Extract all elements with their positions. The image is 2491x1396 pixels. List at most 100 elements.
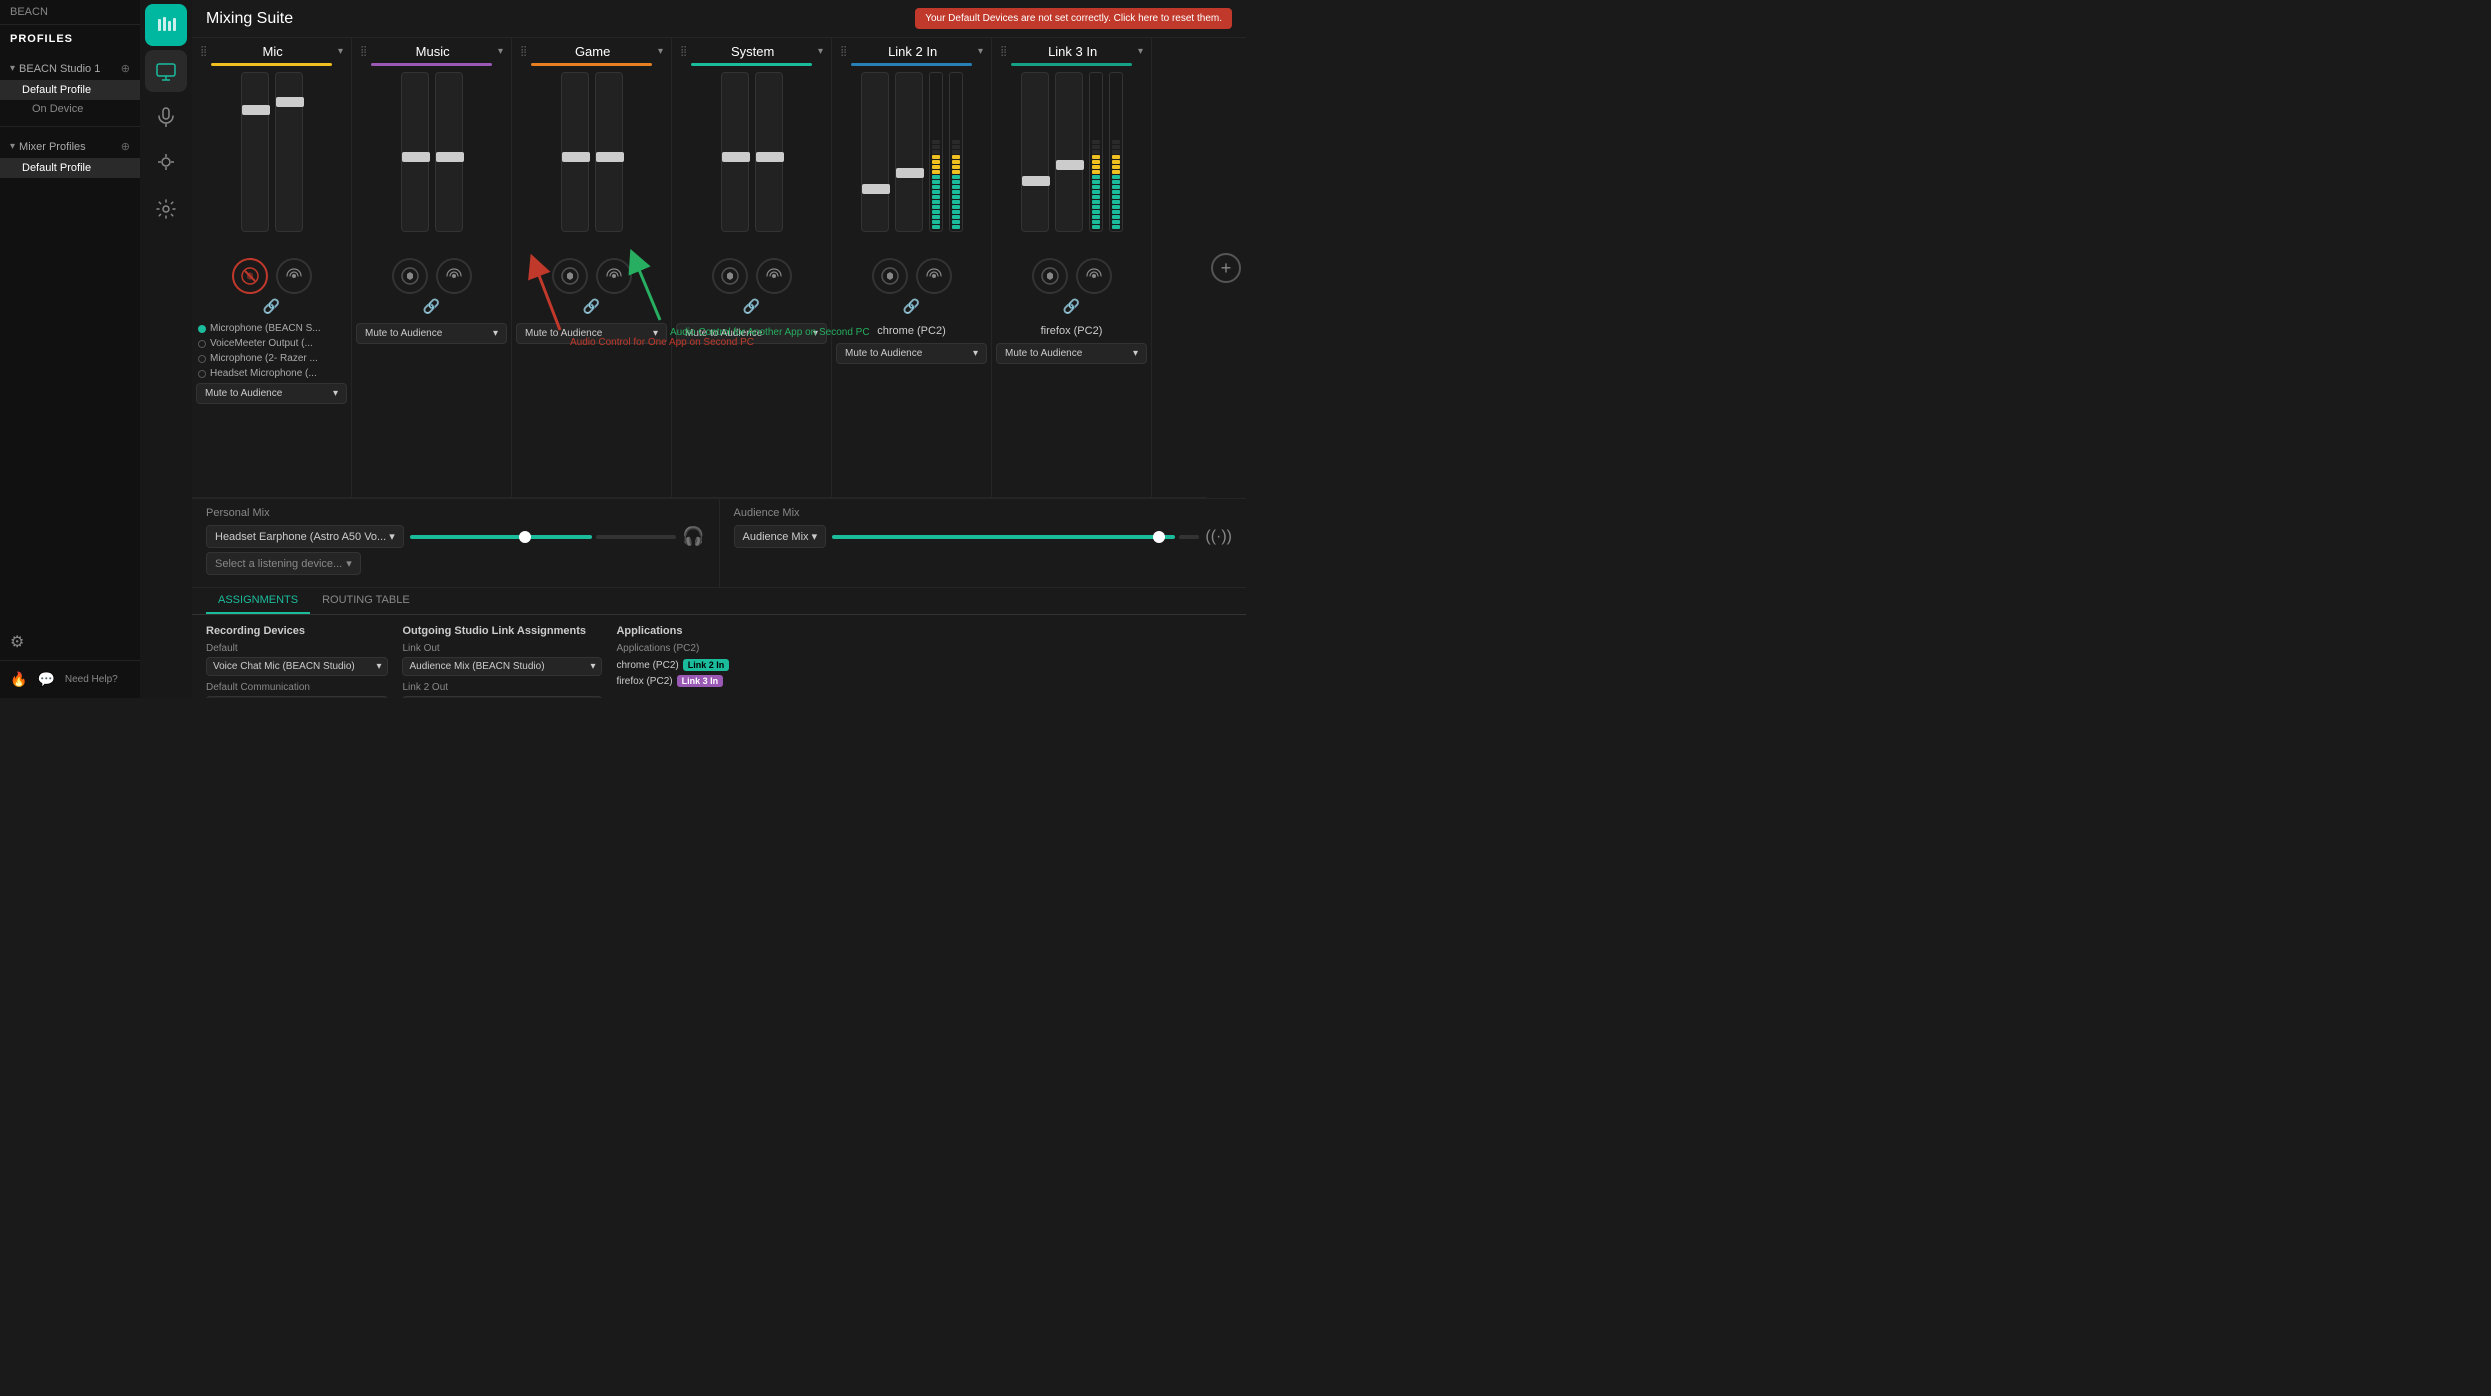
level-bar: [1092, 155, 1100, 159]
fader2-handle[interactable]: [276, 97, 304, 107]
fader1-wrapper: [721, 72, 749, 252]
broadcast-icon[interactable]: ((·)): [1205, 528, 1232, 546]
add-mixer-icon[interactable]: ⊕: [121, 140, 130, 153]
fader2-handle[interactable]: [596, 152, 624, 162]
channel-dropdown-icon[interactable]: ▾: [498, 46, 503, 57]
fader1-track[interactable]: [561, 72, 589, 232]
fader2-handle[interactable]: [436, 152, 464, 162]
mute-dropdown[interactable]: Mute to Audience ▾: [676, 323, 827, 344]
listening-device-select[interactable]: Select a listening device... ▾: [206, 552, 361, 575]
fader2-track[interactable]: [755, 72, 783, 232]
help-icon[interactable]: 🔥: [10, 671, 27, 688]
broadcast-icon-btn[interactable]: [596, 258, 632, 294]
fader2-handle[interactable]: [756, 152, 784, 162]
settings-icon-btn[interactable]: [145, 188, 187, 230]
mute-icon-btn[interactable]: [1032, 258, 1068, 294]
lighting-icon[interactable]: [145, 142, 187, 184]
source-item[interactable]: Microphone (BEACN S...: [196, 321, 347, 336]
link-icon[interactable]: 🔗: [1063, 298, 1080, 315]
mute-icon-btn[interactable]: [552, 258, 588, 294]
mute-dropdown[interactable]: Mute to Audience ▾: [836, 343, 987, 364]
mic-icon-btn[interactable]: [145, 96, 187, 138]
personal-mix-slider-handle[interactable]: [519, 531, 531, 543]
audience-slider-handle[interactable]: [1153, 531, 1165, 543]
audience-device-select[interactable]: Audience Mix ▾: [734, 525, 827, 548]
fader1-track[interactable]: [401, 72, 429, 232]
fader2-track[interactable]: [1055, 72, 1083, 232]
level-bar: [1092, 200, 1100, 204]
mute-dropdown[interactable]: Mute to Audience ▾: [196, 383, 347, 404]
broadcast-icon-btn[interactable]: [756, 258, 792, 294]
source-item[interactable]: Microphone (2- Razer ...: [196, 351, 347, 366]
fader1-track[interactable]: [861, 72, 889, 232]
channel-name: Link 2 In: [847, 44, 978, 59]
faders-row: [241, 72, 303, 252]
channel-dropdown-icon[interactable]: ▾: [1138, 46, 1143, 57]
fader2-track[interactable]: [275, 72, 303, 232]
channel-dropdown-icon[interactable]: ▾: [818, 46, 823, 57]
add-channel-button[interactable]: +: [1211, 253, 1241, 283]
personal-device-select[interactable]: Headset Earphone (Astro A50 Vo... ▾: [206, 525, 404, 548]
source-item[interactable]: VoiceMeeter Output (...: [196, 336, 347, 351]
sidebar-settings-btn[interactable]: ⚙: [0, 624, 140, 660]
mute-icon-btn[interactable]: [392, 258, 428, 294]
level-bar: [1112, 190, 1120, 194]
link-icon[interactable]: 🔗: [583, 298, 600, 315]
mute-dropdown[interactable]: Mute to Audience ▾: [516, 323, 667, 344]
default-profile-item[interactable]: Default Profile: [0, 80, 140, 100]
link-icon[interactable]: 🔗: [743, 298, 760, 315]
channel-dropdown-icon[interactable]: ▾: [338, 46, 343, 57]
mixer-default-item[interactable]: Default Profile: [0, 158, 140, 178]
recording-comm-select[interactable]: Voice Chat Mic (BEACN Studio)▾: [206, 696, 388, 698]
tab-assignments[interactable]: ASSIGNMENTS: [206, 588, 310, 614]
mixing-suite-icon[interactable]: [145, 4, 187, 46]
recording-default-select[interactable]: Voice Chat Mic (BEACN Studio)▾: [206, 657, 388, 676]
mute-label: Mute to Audience: [1005, 348, 1082, 359]
mute-dropdown[interactable]: Mute to Audience ▾: [996, 343, 1147, 364]
level-bar: [952, 220, 960, 224]
broadcast-icon-btn[interactable]: [276, 258, 312, 294]
sidebar-studio-item[interactable]: ▾ BEACN Studio 1 ⊕: [0, 57, 140, 80]
fader1-handle[interactable]: [242, 105, 270, 115]
mute-icon-btn[interactable]: [232, 258, 268, 294]
personal-mix-slider[interactable]: [410, 535, 592, 539]
link2-out-select[interactable]: Choose Audio to output...▾: [402, 696, 602, 698]
link-icon[interactable]: 🔗: [423, 298, 440, 315]
mute-dropdown[interactable]: Mute to Audience ▾: [356, 323, 507, 344]
source-item[interactable]: Headset Microphone (...: [196, 366, 347, 381]
warning-banner[interactable]: Your Default Devices are not set correct…: [915, 8, 1232, 29]
link-icon[interactable]: 🔗: [903, 298, 920, 315]
mute-icon-btn[interactable]: [872, 258, 908, 294]
channel-dropdown-icon[interactable]: ▾: [658, 46, 663, 57]
broadcast-icon-btn[interactable]: [916, 258, 952, 294]
fader1-handle[interactable]: [402, 152, 430, 162]
on-device-item[interactable]: On Device: [0, 100, 140, 118]
fader1-handle[interactable]: [862, 184, 890, 194]
headphone-icon[interactable]: 🎧: [682, 526, 704, 547]
fader2-track[interactable]: [895, 72, 923, 232]
add-studio-icon[interactable]: ⊕: [121, 62, 130, 75]
fader1-handle[interactable]: [562, 152, 590, 162]
monitor-icon[interactable]: [145, 50, 187, 92]
discord-icon[interactable]: 💬: [37, 671, 54, 688]
channel-sources: firefox (PC2): [996, 319, 1147, 343]
level-bar: [1112, 205, 1120, 209]
mute-icon-btn[interactable]: [712, 258, 748, 294]
fader2-handle[interactable]: [1056, 160, 1084, 170]
broadcast-icon-btn[interactable]: [1076, 258, 1112, 294]
broadcast-icon-btn[interactable]: [436, 258, 472, 294]
link-icon[interactable]: 🔗: [263, 298, 280, 315]
fader1-track[interactable]: [1021, 72, 1049, 232]
link-out-select[interactable]: Audience Mix (BEACN Studio)▾: [402, 657, 602, 676]
fader1-handle[interactable]: [722, 152, 750, 162]
fader1-handle[interactable]: [1022, 176, 1050, 186]
fader2-handle[interactable]: [896, 168, 924, 178]
fader1-track[interactable]: [721, 72, 749, 232]
fader2-track[interactable]: [435, 72, 463, 232]
fader2-track[interactable]: [595, 72, 623, 232]
level-bar: [1112, 180, 1120, 184]
tab-routing[interactable]: ROUTING TABLE: [310, 588, 422, 614]
channel-dropdown-icon[interactable]: ▾: [978, 46, 983, 57]
mixer-profiles-item[interactable]: ▾ Mixer Profiles ⊕: [0, 135, 140, 158]
fader1-track[interactable]: [241, 72, 269, 232]
